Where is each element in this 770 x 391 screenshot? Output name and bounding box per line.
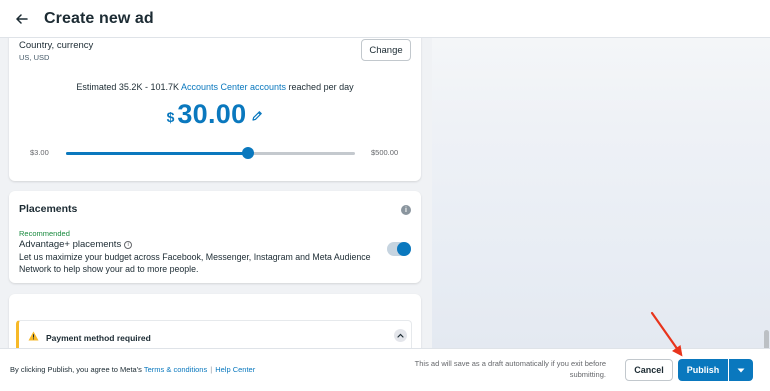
terms-link[interactable]: Terms & conditions bbox=[144, 365, 207, 374]
publish-options-button[interactable] bbox=[729, 359, 753, 381]
budget-min-label: $3.00 bbox=[30, 148, 49, 157]
collapse-button[interactable] bbox=[394, 329, 407, 342]
annotation-arrow-icon bbox=[650, 311, 683, 357]
placements-title: Placements bbox=[19, 203, 78, 215]
change-button[interactable]: Change bbox=[361, 39, 411, 61]
publish-button[interactable]: Publish bbox=[678, 359, 728, 381]
cancel-button[interactable]: Cancel bbox=[625, 359, 673, 381]
accounts-center-link[interactable]: Accounts Center accounts bbox=[181, 82, 286, 92]
draft-note: This ad will save as a draft automatical… bbox=[414, 359, 606, 379]
daily-budget-amount: $ 30.00 bbox=[9, 99, 421, 130]
info-icon[interactable]: i bbox=[401, 205, 411, 215]
help-center-link[interactable]: Help Center bbox=[215, 365, 255, 374]
budget-amount[interactable]: 30.00 bbox=[177, 99, 246, 130]
terms-prefix: By clicking Publish, you agree to Meta's bbox=[10, 365, 144, 374]
advantage-placements-description: Let us maximize your budget across Faceb… bbox=[19, 252, 371, 274]
back-button[interactable] bbox=[14, 11, 30, 27]
warning-triangle-icon bbox=[28, 331, 39, 341]
page-title: Create new ad bbox=[44, 9, 154, 27]
currency-symbol: $ bbox=[166, 108, 175, 125]
ad-settings-column: Country, currency US, USD Change Estimat… bbox=[0, 38, 432, 348]
top-header: Create new ad bbox=[0, 0, 770, 38]
pencil-icon[interactable] bbox=[251, 110, 263, 122]
footer-separator: | bbox=[210, 365, 213, 374]
chevron-down-icon bbox=[737, 368, 745, 372]
payment-warning[interactable]: Payment method required bbox=[16, 320, 412, 348]
estimate-suffix: reached per day bbox=[286, 82, 354, 92]
advantage-placements-heading: Advantage+ placements i bbox=[19, 239, 133, 250]
country-currency-label: Country, currency bbox=[19, 40, 94, 51]
advantage-placements-toggle[interactable] bbox=[387, 242, 411, 256]
arrow-left-icon bbox=[16, 13, 28, 24]
info-icon[interactable]: i bbox=[124, 240, 133, 249]
estimate-prefix: Estimated 35.2K - 101.7K bbox=[76, 82, 181, 92]
budget-slider-thumb[interactable] bbox=[242, 147, 255, 159]
placements-card: Placements i Recommended Advantage+ plac… bbox=[9, 191, 421, 283]
ad-preview-panel bbox=[432, 38, 770, 380]
budget-slider-fill bbox=[66, 152, 249, 155]
budget-slider[interactable] bbox=[66, 147, 355, 159]
chevron-up-icon bbox=[397, 333, 404, 338]
terms-notice: By clicking Publish, you agree to Meta's… bbox=[10, 365, 255, 374]
payment-card: Payment method required bbox=[9, 294, 421, 348]
country-currency-value: US, USD bbox=[19, 53, 50, 62]
estimated-reach: Estimated 35.2K - 101.7K Accounts Center… bbox=[9, 82, 421, 92]
payment-warning-text: Payment method required bbox=[46, 333, 151, 343]
advantage-placements-title: Advantage+ placements bbox=[19, 239, 122, 250]
budget-card: Country, currency US, USD Change Estimat… bbox=[9, 38, 421, 181]
budget-max-label: $500.00 bbox=[371, 148, 399, 157]
toggle-knob bbox=[397, 242, 411, 256]
recommended-label: Recommended bbox=[19, 229, 70, 238]
